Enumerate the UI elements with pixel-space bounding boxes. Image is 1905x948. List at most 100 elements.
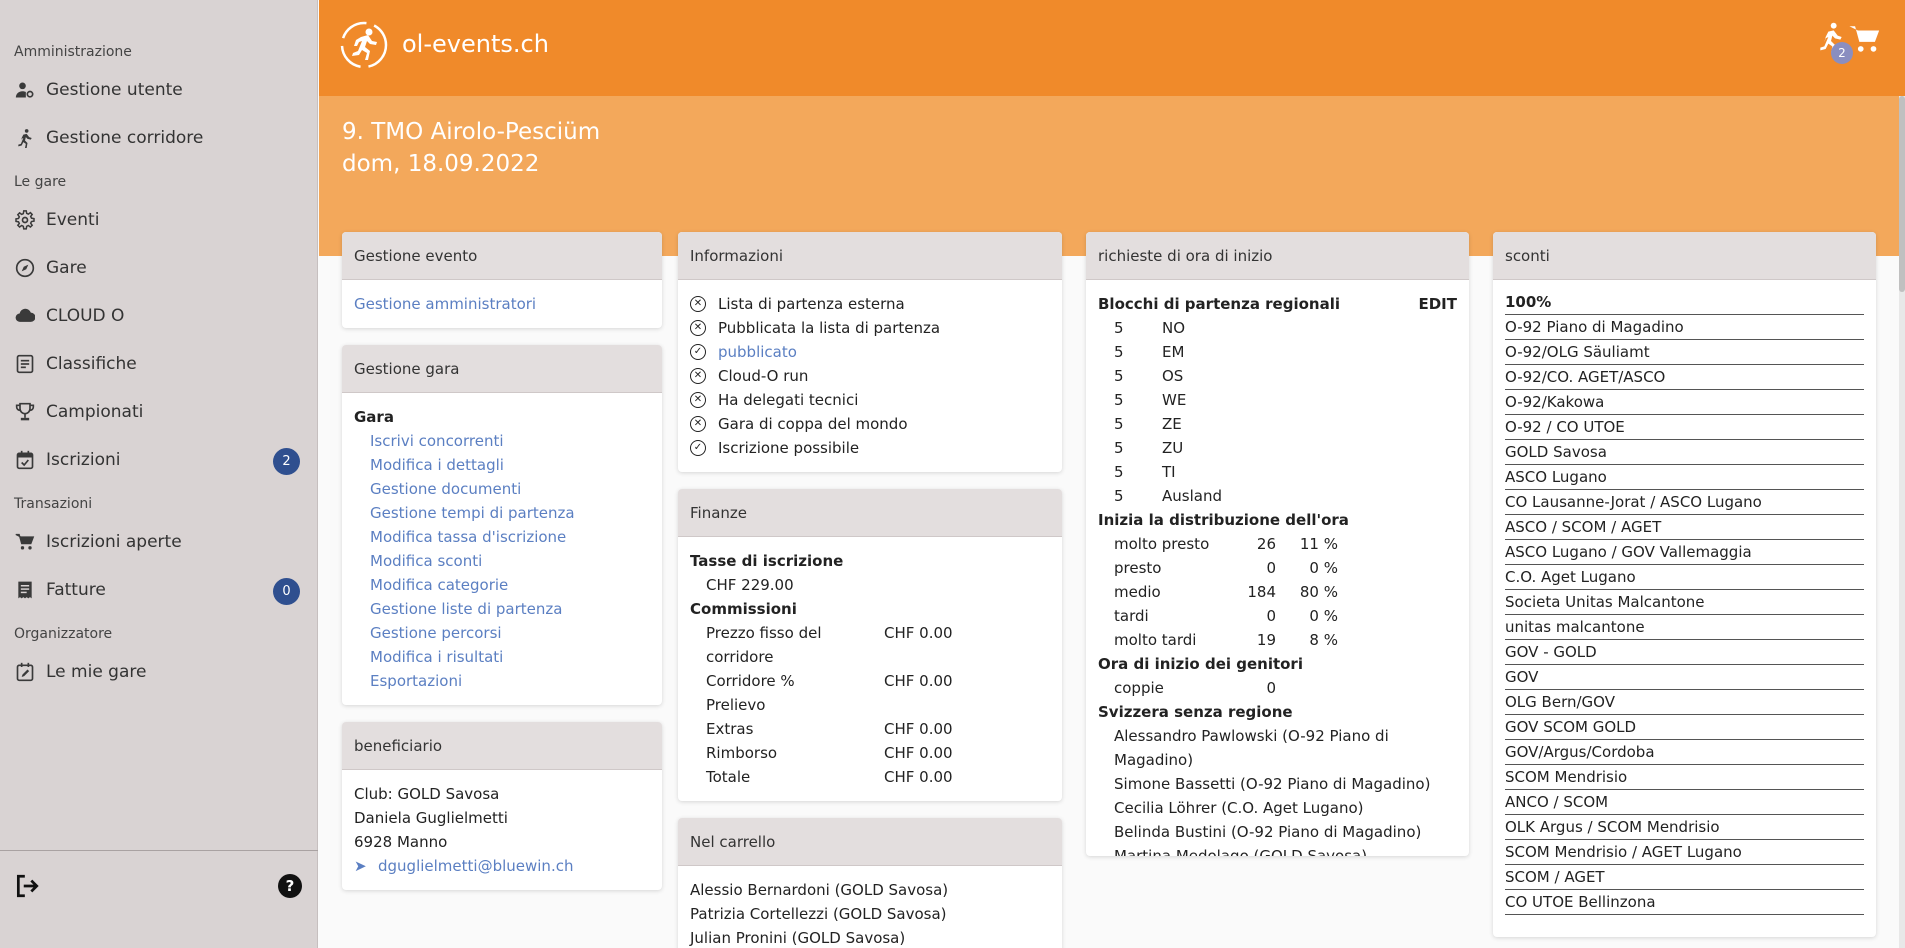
- gestione-tempi-partenza-link[interactable]: Gestione tempi di partenza: [370, 504, 575, 522]
- sidebar-item-gestione-corridore[interactable]: Gestione corridore: [0, 114, 317, 162]
- fatture-badge: 0: [273, 578, 300, 605]
- distribuzione-pct: 11 %: [1299, 535, 1338, 553]
- modifica-tassa-link[interactable]: Modifica tassa d'iscrizione: [370, 528, 566, 546]
- esportazioni-link[interactable]: Esportazioni: [370, 672, 462, 690]
- beneficiario-name: Daniela Guglielmetti: [354, 809, 508, 827]
- modifica-dettagli-link[interactable]: Modifica i dettagli: [370, 456, 504, 474]
- carrello-card: Nel carrello Alessio Bernardoni (GOLD Sa…: [678, 818, 1062, 948]
- beneficiario-email-link[interactable]: dguglielmetti@bluewin.ch: [378, 857, 573, 875]
- iscrivi-concorrenti-link[interactable]: Iscrivi concorrenti: [370, 432, 504, 450]
- sidebar-item-campionati[interactable]: Campionati: [0, 388, 317, 436]
- cloud-icon: [14, 305, 36, 327]
- sconti-item: CO Lausanne-Jorat / ASCO Lugano: [1505, 490, 1864, 515]
- distribuzione-label: molto presto: [1114, 535, 1210, 553]
- blocco-count: 5: [1114, 391, 1124, 409]
- card-title: richieste di ora di inizio: [1086, 232, 1469, 280]
- info-label: Cloud-O run: [718, 367, 809, 385]
- gestione-percorsi-link[interactable]: Gestione percorsi: [370, 624, 502, 642]
- sidebar-item-le-mie-gare[interactable]: Le mie gare: [0, 648, 317, 696]
- informazioni-card: Informazioni ✕ Lista di partenza esterna …: [678, 232, 1062, 472]
- distribuzione-label: molto tardi: [1114, 631, 1197, 649]
- sconti-item: GOV/Argus/Cordoba: [1505, 740, 1864, 765]
- carrello-item: Alessio Bernardoni (GOLD Savosa): [690, 881, 949, 899]
- sidebar-item-label: Iscrizioni: [46, 450, 121, 470]
- blocco-row: 5 ZU: [1098, 436, 1457, 460]
- finanze-row-label: Totale: [706, 768, 751, 786]
- logo-icon[interactable]: [339, 20, 389, 70]
- sidebar-item-label: Gestione utente: [46, 80, 183, 100]
- sconti-item: GOV - GOLD: [1505, 640, 1864, 665]
- card-title: beneficiario: [342, 722, 662, 770]
- sconti-item: GOV SCOM GOLD: [1505, 715, 1864, 740]
- finanze-row: Corridore % Prelievo CHF 0.00: [690, 669, 1050, 717]
- card-title: sconti: [1493, 232, 1876, 280]
- modifica-sconti-link[interactable]: Modifica sconti: [370, 552, 482, 570]
- richieste-card: richieste di ora di inizio Blocchi di pa…: [1086, 232, 1469, 856]
- card-title: Gestione evento: [342, 232, 662, 280]
- sconti-item: C.O. Aget Lugano: [1505, 565, 1864, 590]
- help-icon[interactable]: ?: [278, 874, 302, 898]
- modifica-categorie-link[interactable]: Modifica categorie: [370, 576, 508, 594]
- blocco-code: Ausland: [1162, 487, 1222, 505]
- sconti-item: GOV: [1505, 665, 1864, 690]
- card-title: Informazioni: [678, 232, 1062, 280]
- calendar-edit-icon: [14, 661, 36, 683]
- brand-name[interactable]: ol-events.ch: [402, 30, 549, 58]
- sidebar-item-iscrizioni-aperte[interactable]: Iscrizioni aperte: [0, 518, 317, 566]
- blocco-code: WE: [1162, 391, 1187, 409]
- edit-button[interactable]: EDIT: [1418, 292, 1457, 316]
- sidebar-item-gestione-utente[interactable]: Gestione utente: [0, 66, 317, 114]
- sconti-header: 100%: [1505, 290, 1864, 315]
- gestione-liste-partenza-link[interactable]: Gestione liste di partenza: [370, 600, 562, 618]
- card-title: Gestione gara: [342, 345, 662, 393]
- sconti-item: CO UTOE Bellinzona: [1505, 890, 1864, 915]
- distribuzione-count: 26: [1256, 535, 1276, 553]
- gestione-documenti-link[interactable]: Gestione documenti: [370, 480, 521, 498]
- logout-icon[interactable]: [14, 873, 40, 899]
- blocco-count: 5: [1114, 463, 1124, 481]
- coppie-label: coppie: [1114, 679, 1164, 697]
- receipt-icon: [14, 579, 36, 601]
- blocco-row: 5 EM: [1098, 340, 1457, 364]
- sidebar-section-le-gare: Le gare: [14, 174, 67, 190]
- gestione-amministratori-link[interactable]: Gestione amministratori: [354, 295, 536, 313]
- cart-icon[interactable]: [1848, 22, 1882, 56]
- finanze-row: Extras CHF 0.00: [690, 717, 1050, 741]
- sidebar-item-label: Gestione corridore: [46, 128, 204, 148]
- blocchi-label: Blocchi di partenza regionali: [1098, 295, 1340, 313]
- modifica-risultati-link[interactable]: Modifica i risultati: [370, 648, 503, 666]
- sidebar-item-label: Fatture: [46, 580, 106, 600]
- sidebar-item-label: Gare: [46, 258, 87, 278]
- commissioni-label: Commissioni: [690, 600, 797, 618]
- svizzera-item: Martina Medolago (GOLD Savosa): [1114, 847, 1368, 856]
- distribuzione-row: molto tardi 19 8 %: [1098, 628, 1457, 652]
- sconti-card: sconti 100% O-92 Piano di Magadino O-92/…: [1493, 232, 1876, 937]
- distribuzione-label: medio: [1114, 583, 1161, 601]
- blocco-code: NO: [1162, 319, 1186, 337]
- sidebar-item-label: Campionati: [46, 402, 144, 422]
- sidebar-item-eventi[interactable]: Eventi: [0, 196, 317, 244]
- blocco-row: 5 Ausland: [1098, 484, 1457, 508]
- sidebar-item-gare[interactable]: Gare: [0, 244, 317, 292]
- sidebar-item-classifiche[interactable]: Classifiche: [0, 340, 317, 388]
- sidebar-section-organizzatore: Organizzatore: [14, 626, 113, 642]
- sidebar-section-transazioni: Transazioni: [14, 496, 93, 512]
- x-circle-icon: ✕: [690, 416, 706, 432]
- info-label: Pubblicata la lista di partenza: [718, 319, 941, 337]
- distribuzione-count: 19: [1256, 631, 1276, 649]
- scrollbar-thumb[interactable]: [1899, 96, 1905, 292]
- sidebar-item-fatture[interactable]: Fatture 0: [0, 566, 317, 614]
- blocco-row: 5 NO: [1098, 316, 1457, 340]
- gara-group-label: Gara: [354, 408, 394, 426]
- pubblicato-link[interactable]: pubblicato: [718, 340, 797, 364]
- distribuzione-count: 0: [1266, 559, 1276, 577]
- sconti-item: unitas malcantone: [1505, 615, 1864, 640]
- distribuzione-row: medio 184 80 %: [1098, 580, 1457, 604]
- finanze-row-label: Prezzo fisso del: [706, 624, 822, 642]
- sidebar-item-cloud-o[interactable]: CLOUD O: [0, 292, 317, 340]
- sidebar-item-iscrizioni[interactable]: Iscrizioni 2: [0, 436, 317, 484]
- sidebar: Amministrazione Gestione utente Gestione…: [0, 0, 318, 948]
- svizzera-item: Simone Bassetti (O-92 Piano di Magadino): [1114, 775, 1431, 793]
- carrello-item: Julian Pronini (GOLD Savosa): [690, 929, 906, 947]
- sconti-item: SCOM Mendrisio / AGET Lugano: [1505, 840, 1864, 865]
